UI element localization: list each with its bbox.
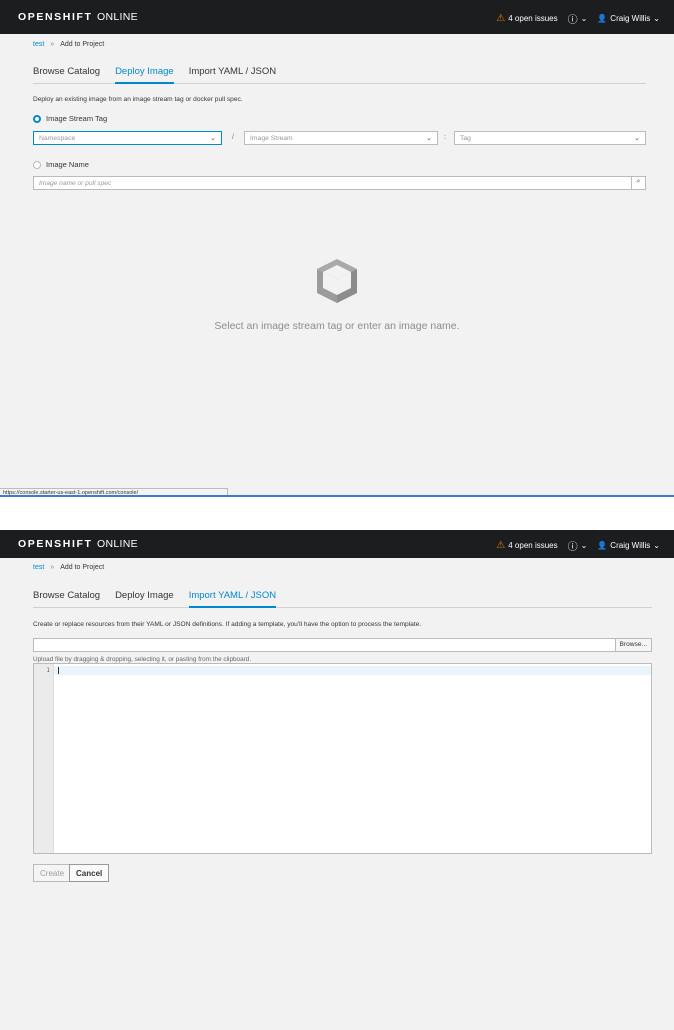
namespace-select[interactable]: Namespace ⌄ [33, 131, 222, 145]
chevron-down-icon: ⌄ [653, 14, 660, 23]
top-navbar: OPENSHIFT ONLINE ⚠ 4 open issues ⓘ ⌄ 👤 Crai… [0, 530, 674, 558]
warning-icon: ⚠ [496, 540, 506, 551]
tab-deploy-image[interactable]: Deploy Image [115, 62, 174, 84]
radio-image-stream-tag[interactable]: Image Stream Tag [33, 114, 107, 123]
chevron-down-icon: ⌄ [426, 135, 432, 142]
browse-button[interactable]: Browse... [614, 639, 651, 651]
radio-image-name[interactable]: Image Name [33, 160, 89, 169]
warning-icon: ⚠ [496, 13, 506, 24]
user-icon: 👤 [597, 541, 608, 550]
tab-bar: Browse Catalog Deploy Image Import YAML … [33, 62, 646, 84]
user-menu[interactable]: 👤 Craig Willis ⌄ [597, 541, 660, 550]
breadcrumb-project-link[interactable]: test [33, 41, 44, 48]
chevron-down-icon: ⌄ [580, 541, 588, 550]
active-line-highlight [54, 666, 651, 675]
open-issues-button[interactable]: ⚠ 4 open issues [496, 13, 557, 24]
breadcrumb-current: Add to Project [60, 564, 105, 571]
colon-separator: : [444, 134, 446, 141]
chevron-down-icon: ⌄ [653, 541, 660, 550]
breadcrumb: test » Add to Project [33, 564, 104, 571]
help-menu[interactable]: ⓘ ⌄ [568, 538, 588, 553]
text-cursor [58, 667, 59, 674]
brand-logo[interactable]: OPENSHIFT ONLINE [18, 11, 138, 23]
radio-unselected-icon[interactable] [33, 160, 41, 169]
user-menu[interactable]: 👤 Craig Willis ⌄ [597, 14, 660, 23]
yaml-editor[interactable]: 1 [33, 663, 652, 854]
user-icon: 👤 [597, 14, 608, 23]
image-name-input[interactable]: Image name or pull spec ⌕ [33, 176, 646, 190]
brand-logo[interactable]: OPENSHIFT ONLINE [18, 538, 138, 550]
search-icon[interactable]: ⌕ [631, 177, 645, 189]
status-bar-url: https://console.starter-us-east-1.opensh… [0, 488, 228, 495]
import-description: Create or replace resources from their Y… [33, 621, 422, 628]
line-number: 1 [46, 667, 50, 674]
tab-deploy-image[interactable]: Deploy Image [115, 586, 174, 608]
upload-help-text: Upload file by dragging & dropping, sele… [33, 656, 252, 663]
editor-gutter: 1 [34, 664, 54, 853]
tab-browse-catalog[interactable]: Browse Catalog [33, 62, 100, 84]
help-menu[interactable]: ⓘ ⌄ [568, 11, 588, 26]
breadcrumb-project-link[interactable]: test [33, 564, 44, 571]
create-button[interactable]: Create [33, 864, 72, 882]
chevron-down-icon: ⌄ [210, 135, 216, 142]
import-yaml-screen: OPENSHIFT ONLINE ⚠ 4 open issues ⓘ ⌄ 👤 Crai… [0, 530, 674, 1030]
tag-select[interactable]: Tag ⌄ [454, 131, 646, 145]
question-circle-icon: ⓘ [567, 542, 578, 553]
cube-icon [317, 259, 357, 303]
breadcrumb-separator: » [50, 564, 55, 571]
breadcrumb-current: Add to Project [60, 41, 105, 48]
question-circle-icon: ⓘ [567, 15, 578, 26]
tab-import-yaml[interactable]: Import YAML / JSON [189, 62, 276, 84]
tab-import-yaml[interactable]: Import YAML / JSON [188, 586, 277, 608]
breadcrumb: test » Add to Project [33, 41, 104, 48]
deploy-image-screen: OPENSHIFT ONLINE ⚠ 4 open issues ⓘ ⌄ 👤 Crai… [0, 0, 674, 497]
slash-separator: / [232, 134, 234, 141]
tab-bar: Browse Catalog Deploy Image Import YAML … [33, 586, 652, 608]
image-stream-select[interactable]: Image Stream ⌄ [244, 131, 438, 145]
tab-browse-catalog[interactable]: Browse Catalog [33, 586, 100, 608]
chevron-down-icon: ⌄ [634, 135, 640, 142]
chevron-down-icon: ⌄ [580, 14, 588, 23]
cancel-button[interactable]: Cancel [69, 864, 110, 882]
top-navbar: OPENSHIFT ONLINE ⚠ 4 open issues ⓘ ⌄ 👤 Crai… [0, 0, 674, 34]
empty-state-message: Select an image stream tag or enter an i… [214, 320, 460, 332]
breadcrumb-separator: » [50, 41, 55, 48]
radio-selected-icon[interactable] [33, 114, 41, 123]
open-issues-button[interactable]: ⚠ 4 open issues [496, 540, 557, 551]
deploy-description: Deploy an existing image from an image s… [33, 96, 243, 103]
file-upload-field[interactable]: Browse... [33, 638, 652, 652]
